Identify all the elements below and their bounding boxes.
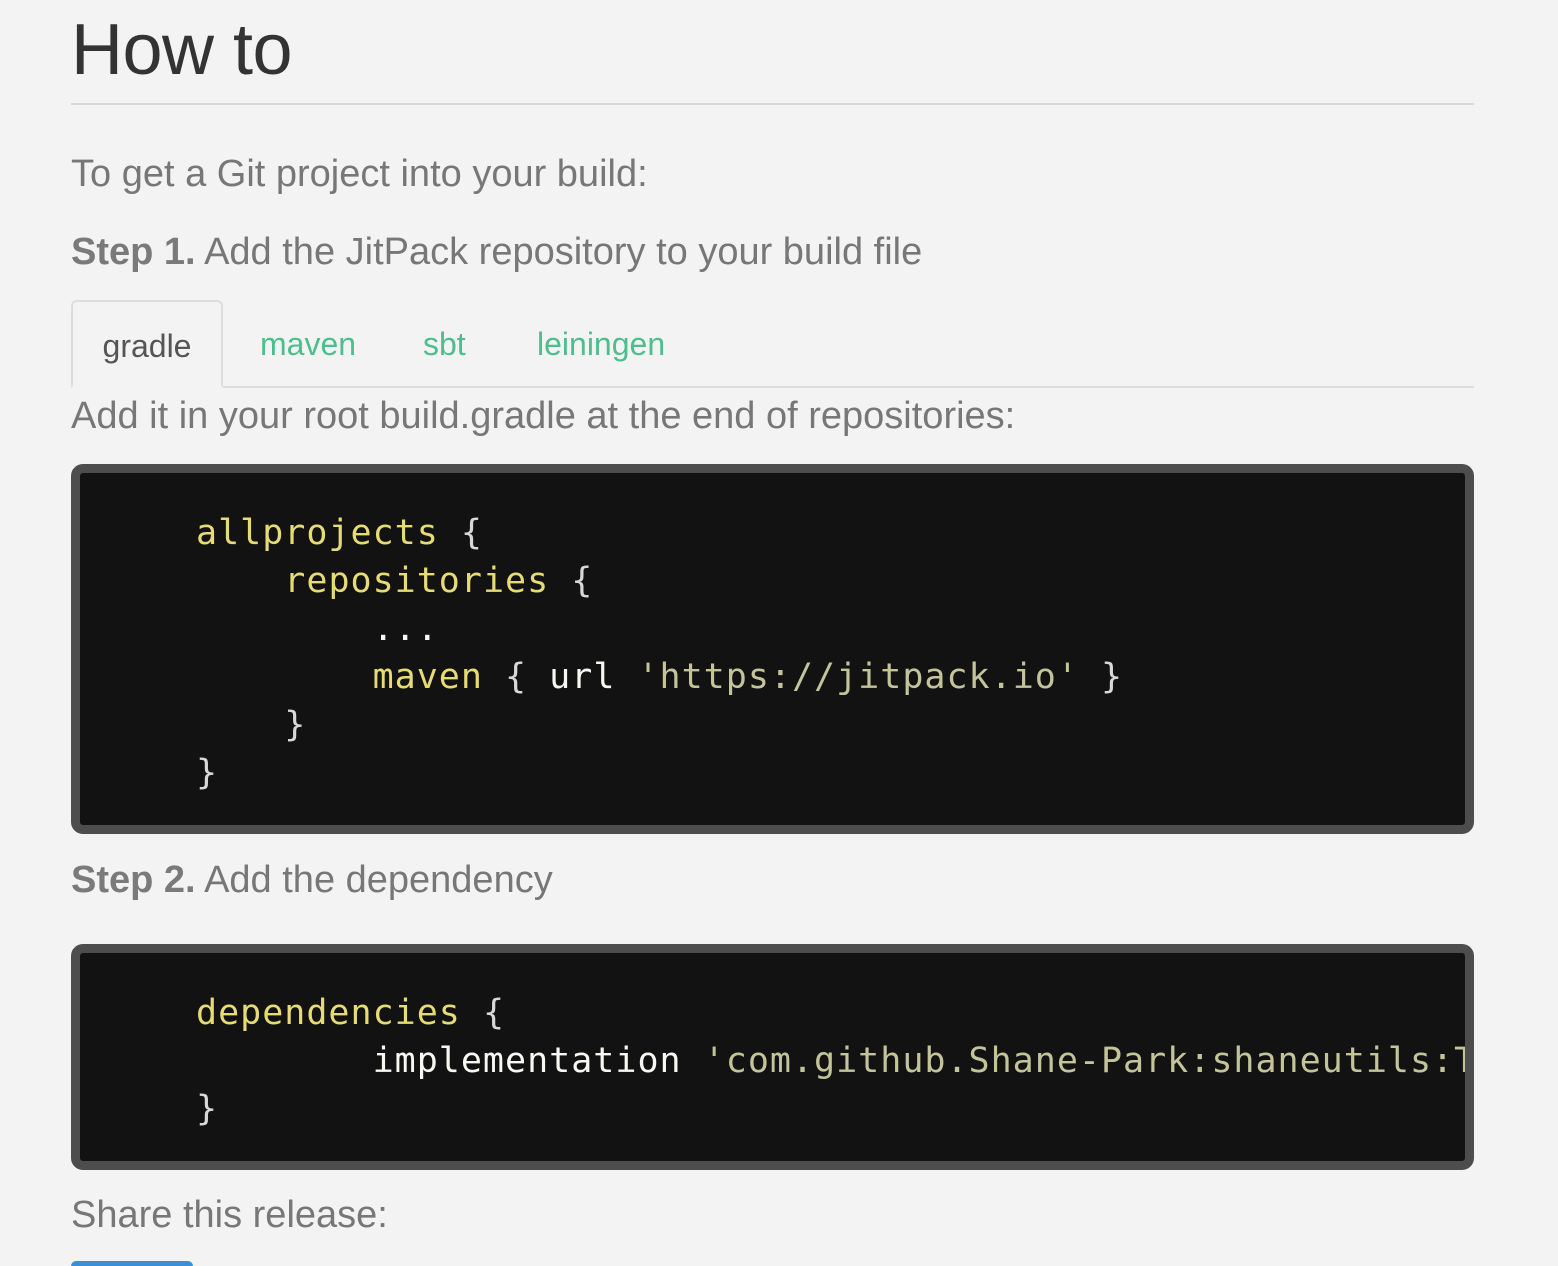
step-2-text: Add the dependency <box>204 859 553 901</box>
tab-maven[interactable]: maven <box>260 300 356 386</box>
code-identifier: implementation <box>372 1041 682 1081</box>
code-punctuation: } <box>196 1089 219 1129</box>
tab-leiningen[interactable]: leiningen <box>537 300 665 386</box>
tab-gradle[interactable]: gradle <box>71 300 223 388</box>
step-2-label: Step 2. <box>71 859 196 901</box>
dependency-code: dependencies { implementation 'com.githu… <box>196 989 1474 1133</box>
code-keyword: repositories <box>284 561 550 601</box>
code-keyword: allprojects <box>196 513 439 553</box>
share-label: Share this release: <box>71 1194 388 1236</box>
gradle-instruction: Add it in your root build.gradle at the … <box>71 395 1016 437</box>
code-ellipsis: ... <box>372 609 439 649</box>
step-2-heading: Step 2. Add the dependency <box>71 858 553 902</box>
page: How to To get a Git project into your bu… <box>0 0 1558 1266</box>
step-1-heading: Step 1. Add the JitPack repository to yo… <box>71 230 922 274</box>
dependency-code-block[interactable]: dependencies { implementation 'com.githu… <box>71 944 1474 1170</box>
share-button[interactable] <box>71 1261 193 1266</box>
code-string: 'com.github.Shane-Park:shaneutils:Tag' <box>703 1041 1474 1081</box>
repository-code-block[interactable]: allprojects { repositories { ... maven {… <box>71 464 1474 834</box>
code-keyword: dependencies <box>196 993 461 1033</box>
code-punctuation: { <box>505 657 528 697</box>
code-punctuation: } <box>196 753 219 793</box>
code-punctuation: { <box>482 993 506 1033</box>
code-punctuation: { <box>571 561 594 601</box>
code-punctuation: } <box>284 705 307 745</box>
code-keyword: maven <box>372 657 483 697</box>
intro-text: To get a Git project into your build: <box>71 153 648 195</box>
step-1-text: Add the JitPack repository to your build… <box>204 231 923 273</box>
page-title: How to <box>71 10 293 90</box>
step-1-label: Step 1. <box>71 231 196 273</box>
tab-sbt[interactable]: sbt <box>423 300 466 386</box>
repository-code: allprojects { repositories { ... maven {… <box>196 509 1123 797</box>
code-punctuation: } <box>1100 657 1124 697</box>
title-divider <box>71 103 1474 105</box>
code-identifier: url <box>549 657 616 697</box>
code-string: 'https://jitpack.io' <box>637 657 1079 697</box>
code-punctuation: { <box>460 513 483 553</box>
build-tool-tabs: gradle maven sbt leiningen <box>71 300 1474 388</box>
